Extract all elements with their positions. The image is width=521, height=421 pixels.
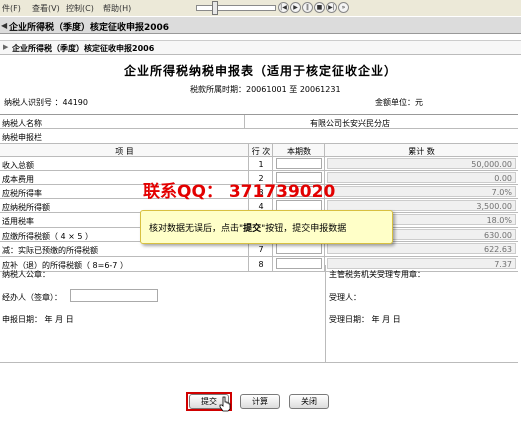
period-amount-input[interactable] [276, 243, 322, 254]
menu-view[interactable]: 查看(V) [32, 3, 60, 14]
row-line-number: 7 [258, 245, 264, 254]
window-title: 企业所得税（季度）核定征收申报2006 [9, 23, 170, 33]
calculate-button[interactable]: 计算 [240, 394, 280, 409]
end-icon[interactable]: » [338, 2, 349, 13]
row-label: 应缴所得税额（ 4 × 5 ） [2, 232, 94, 241]
table-row: 减：实际已预缴的所得税额 7 622.63 [0, 242, 518, 257]
forward-icon[interactable]: ▶| [326, 2, 337, 13]
playback-slider-thumb[interactable] [212, 1, 218, 15]
window-titlebar: ◀ 企业所得税（季度）核定征收申报2006 [0, 17, 521, 34]
cumulative-value: 18.0% [486, 216, 512, 225]
cumulative-amount-field[interactable]: 0.00 [327, 172, 516, 183]
period-amount-input[interactable] [276, 158, 322, 169]
col-period: 本期数 [287, 147, 311, 156]
form-title: 企业所得税纳税申报表（适用于核定征收企业） [123, 64, 397, 78]
col-cumulative: 累计 数 [408, 147, 435, 156]
section-label: 纳税申报栏 [2, 133, 42, 142]
playback-slider-track[interactable] [196, 5, 276, 11]
row-label: 减：实际已预缴的所得税额 [2, 246, 98, 255]
cumulative-value: 622.63 [484, 245, 512, 254]
table-row: 收入总额 1 50,000.00 [0, 157, 518, 171]
table-header: 项 目 行 次 本期数 累计 数 [0, 144, 518, 157]
row-label: 适用税率 [2, 217, 34, 226]
tooltip-text: 核对数据无误后，点击"提交"按钮，提交申报数据 [149, 224, 347, 234]
col-line: 行 次 [251, 147, 271, 156]
collapse-arrow-icon: ◀ [1, 21, 8, 30]
cumulative-value: 50,000.00 [471, 160, 512, 169]
signature-section: 纳税人公章： 经办人（签章）： 申报日期： 年 月 日 主管税务机关受理专用章：… [0, 265, 518, 363]
tax-office-seal-label: 主管税务机关受理专用章： [329, 270, 425, 279]
cumulative-amount-field[interactable]: 622.63 [327, 243, 516, 254]
row-line-number: 1 [258, 160, 264, 169]
menu-bar: 件(F) 查看(V) 控制(C) 帮助(H) |◀ ▶ ‖ ■ ▶| » [0, 0, 521, 17]
declaration-table: 纳税人名称 有限公司长安兴民分店 纳税申报栏 项 目 行 次 本期数 累计 数 … [0, 114, 518, 272]
expand-arrow-icon: ▶ [3, 43, 9, 51]
pause-icon[interactable]: ‖ [302, 2, 313, 13]
cumulative-value: 630.00 [484, 231, 512, 240]
agent-label: 经办人（签章）： [2, 293, 62, 302]
section-row: 纳税申报栏 [0, 129, 518, 144]
menu-file[interactable]: 件(F) [2, 3, 21, 14]
row-label: 成本费用 [2, 175, 34, 184]
instruction-tooltip: 核对数据无误后，点击"提交"按钮，提交申报数据 [140, 210, 393, 244]
seal-label: 纳税人公章： [2, 270, 50, 279]
cumulative-value: 3,500.00 [476, 202, 512, 211]
rewind-icon[interactable]: |◀ [278, 2, 289, 13]
cumulative-value: 7.0% [491, 188, 512, 197]
taxpayer-name-label: 纳税人名称 [2, 119, 42, 128]
taxpayer-name-row: 纳税人名称 有限公司长安兴民分店 [0, 115, 518, 129]
menu-help[interactable]: 帮助(H) [103, 3, 131, 14]
agent-signature-input[interactable] [70, 289, 158, 302]
taxpayer-id: 纳税人识别号 ：44190 [4, 98, 88, 107]
receive-date-label: 受理日期： 年 月 日 [329, 315, 401, 324]
play-icon[interactable]: ▶ [290, 2, 301, 13]
form-tab[interactable]: ▶ 企业所得税（季度）核定征收申报2006 [0, 40, 521, 55]
declare-date-label: 申报日期： 年 月 日 [2, 315, 74, 324]
amount-unit: 金额单位：元 [375, 98, 423, 107]
hand-cursor-icon [219, 396, 231, 412]
cumulative-amount-field[interactable]: 50,000.00 [327, 158, 516, 169]
menu-control[interactable]: 控制(C) [66, 3, 94, 14]
row-label: 收入总额 [2, 161, 34, 170]
qq-watermark: 联系QQ： 371739020 [143, 182, 336, 202]
tax-period: 税款所属时期：20061001 至 20061231 [190, 85, 341, 94]
close-button[interactable]: 关闭 [289, 394, 329, 409]
row-label: 应税所得率 [2, 189, 42, 198]
cumulative-value: 0.00 [494, 174, 512, 183]
col-item: 项 目 [115, 147, 134, 156]
row-label: 应纳税所得额 [2, 203, 50, 212]
cumulative-amount-field[interactable]: 7.0% [327, 186, 516, 197]
stop-icon[interactable]: ■ [314, 2, 325, 13]
tab-label: 企业所得税（季度）核定征收申报2006 [12, 44, 155, 53]
receiver-label: 受理人： [329, 293, 361, 302]
taxpayer-name-value: 有限公司长安兴民分店 [310, 119, 390, 128]
